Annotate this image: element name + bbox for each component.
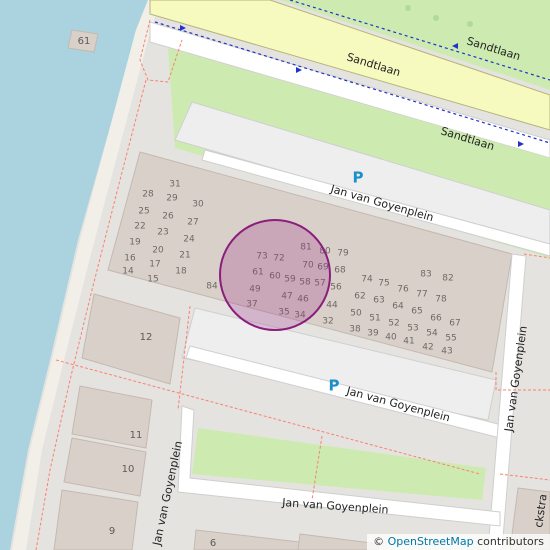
house-number: 24	[183, 235, 195, 245]
house-number: 50	[350, 309, 362, 319]
house-number: 31	[169, 180, 180, 190]
house-number: 74	[361, 275, 373, 285]
house-number: 83	[420, 270, 431, 280]
house-number: 40	[385, 333, 397, 343]
house-number: 16	[124, 254, 136, 264]
tree-1	[405, 5, 411, 11]
house-number: 26	[162, 212, 174, 222]
map-attribution: © OpenStreetMap contributors	[367, 534, 550, 550]
house-number: 68	[334, 266, 346, 276]
house-number: 62	[354, 292, 365, 302]
house-number: 25	[138, 207, 149, 217]
tree-3	[467, 21, 473, 27]
house-number: 39	[367, 329, 379, 339]
parking-label-lower: P	[329, 377, 340, 395]
house-number: 18	[175, 267, 187, 277]
house-number: 32	[322, 317, 333, 327]
house-number: 51	[369, 314, 380, 324]
house-number: 54	[426, 329, 438, 339]
house-number-12: 12	[140, 332, 153, 343]
house-number: 79	[337, 249, 349, 259]
house-number: 52	[388, 319, 399, 329]
house-number: 84	[206, 282, 218, 292]
attribution-suffix: contributors	[477, 535, 544, 548]
house-number-9: 9	[109, 526, 115, 537]
house-number: 23	[157, 228, 168, 238]
house-number: 56	[330, 283, 342, 293]
house-number: 78	[435, 295, 447, 305]
house-number: 63	[373, 296, 384, 306]
house-number: 65	[411, 307, 422, 317]
house-number-10: 10	[122, 464, 135, 475]
house-number-11: 11	[130, 430, 143, 441]
house-number: 64	[392, 302, 404, 312]
house-number: 66	[430, 314, 442, 324]
map-canvas[interactable]: Sandtlaan Sandtlaan Sandtlaan Jan van Go…	[0, 0, 550, 550]
house-number: 42	[422, 343, 433, 353]
house-number: 30	[192, 200, 204, 210]
house-number-61-canal: 61	[78, 36, 91, 47]
house-number: 44	[326, 301, 338, 311]
house-number: 27	[187, 218, 198, 228]
house-number: 17	[149, 260, 160, 270]
house-number: 43	[441, 347, 452, 357]
house-number: 82	[442, 274, 453, 284]
house-number: 19	[129, 238, 141, 248]
house-number: 55	[445, 334, 456, 344]
openstreetmap-link[interactable]: OpenStreetMap	[388, 535, 474, 548]
house-number: 76	[397, 285, 409, 295]
house-number: 28	[142, 190, 154, 200]
house-number: 15	[147, 275, 158, 285]
house-number: 53	[407, 324, 418, 334]
copyright-symbol: ©	[373, 535, 385, 548]
house-number: 21	[179, 251, 190, 261]
house-number: 77	[416, 290, 427, 300]
house-number: 75	[378, 279, 389, 289]
house-number: 20	[152, 246, 164, 256]
house-number: 14	[122, 267, 134, 277]
house-number: 29	[166, 194, 178, 204]
parking-label-upper: P	[353, 169, 364, 187]
house-number-6: 6	[210, 538, 216, 549]
house-number: 67	[449, 319, 460, 329]
house-number: 38	[349, 325, 361, 335]
tree-2	[433, 15, 439, 21]
location-highlight-circle[interactable]	[219, 219, 331, 331]
house-number: 22	[134, 222, 145, 232]
house-number: 41	[403, 337, 414, 347]
